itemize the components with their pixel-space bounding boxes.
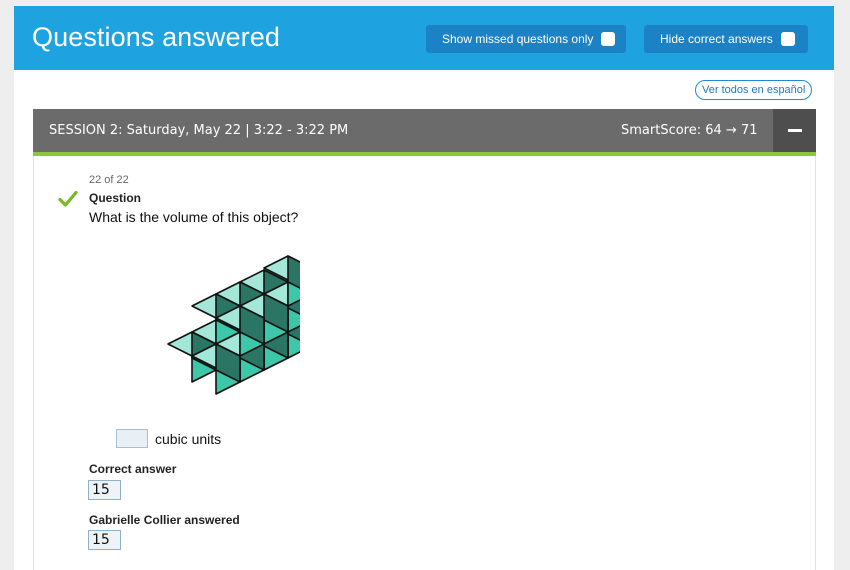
page-title: Questions answered bbox=[32, 22, 280, 52]
smartscore: SmartScore: 64 → 71 bbox=[621, 123, 758, 138]
hide-correct-button[interactable]: Hide correct answers bbox=[644, 25, 808, 53]
session-header: SESSION 2: Saturday, May 22 | 3:22 - 3:2… bbox=[33, 109, 816, 152]
unit-label: cubic units bbox=[155, 431, 222, 447]
show-missed-checkbox[interactable] bbox=[601, 32, 616, 46]
student-answer-value: 15 bbox=[88, 530, 121, 550]
hide-correct-checkbox[interactable] bbox=[780, 32, 795, 46]
collapse-button[interactable] bbox=[773, 109, 816, 152]
check-icon bbox=[58, 190, 78, 207]
cube-stack-figure bbox=[167, 255, 300, 395]
answer-input[interactable] bbox=[116, 429, 148, 448]
question-label: Question bbox=[89, 191, 142, 205]
show-missed-button[interactable]: Show missed questions only bbox=[426, 25, 626, 53]
question-counter: 22 of 22 bbox=[89, 174, 129, 186]
show-missed-label: Show missed questions only bbox=[442, 32, 594, 46]
correct-answer-label: Correct answer bbox=[89, 462, 177, 476]
question-text: What is the volume of this object? bbox=[89, 209, 299, 225]
spanish-toggle-link[interactable]: Ver todos en español bbox=[695, 80, 813, 100]
minus-icon bbox=[788, 129, 802, 132]
student-answer-label: Gabrielle Collier answered bbox=[89, 513, 240, 527]
correct-answer-value: 15 bbox=[88, 480, 121, 500]
hide-correct-label: Hide correct answers bbox=[660, 32, 773, 46]
session-title: SESSION 2: Saturday, May 22 | 3:22 - 3:2… bbox=[49, 123, 349, 138]
header-bar: Questions answered Show missed questions… bbox=[14, 6, 834, 70]
cube-stack bbox=[167, 255, 300, 395]
